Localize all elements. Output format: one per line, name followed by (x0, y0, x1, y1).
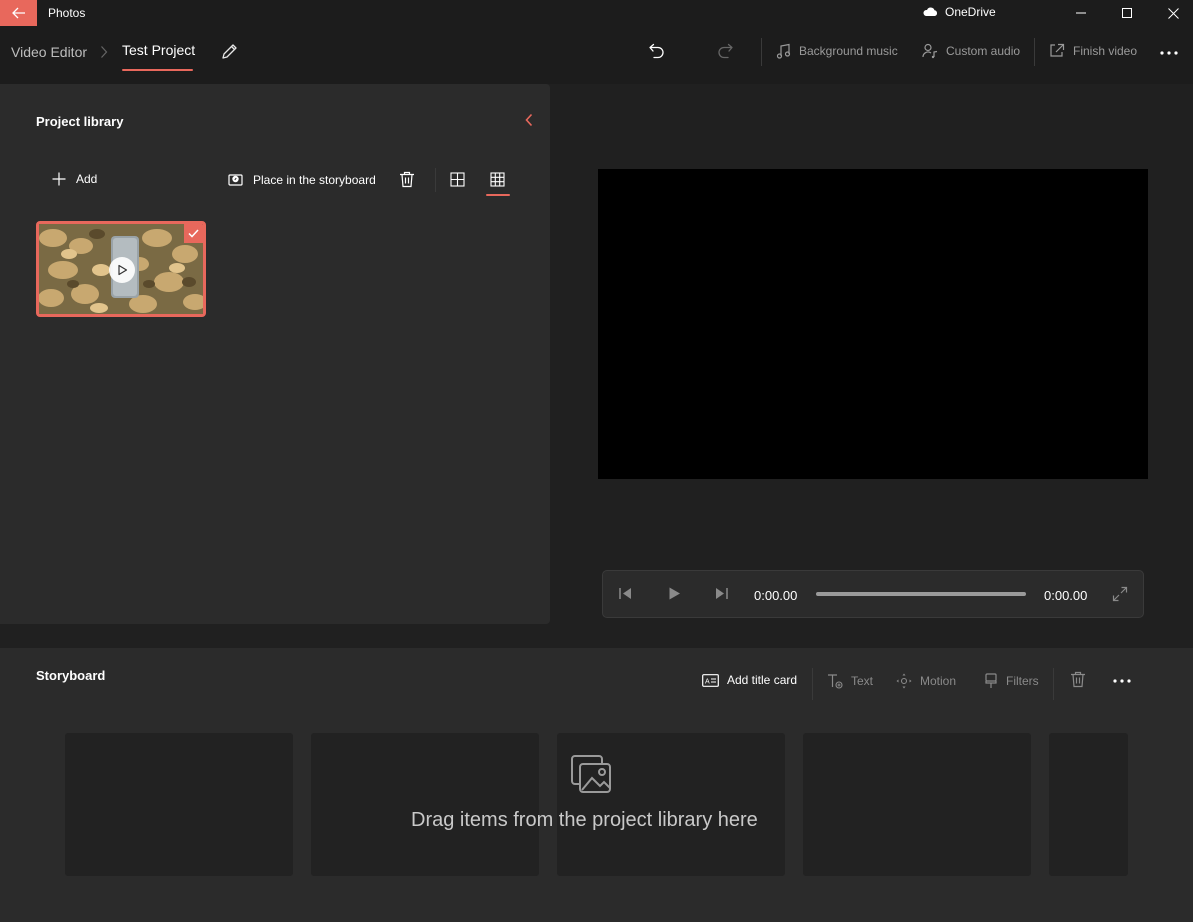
storyboard-slot[interactable] (803, 733, 1031, 876)
undo-button[interactable] (648, 42, 666, 60)
motion-label: Motion (920, 674, 957, 688)
small-grid-view-button[interactable] (490, 172, 505, 187)
person-music-icon (922, 43, 938, 59)
large-grid-view-button[interactable] (450, 172, 465, 187)
place-in-storyboard-button[interactable]: Place in the storyboard (228, 172, 376, 187)
motion-button[interactable]: Motion (896, 673, 956, 689)
current-time: 0:00.00 (754, 588, 798, 603)
cloud-icon (922, 7, 938, 17)
header-divider (761, 38, 762, 66)
pencil-icon (220, 42, 239, 61)
onedrive-label: OneDrive (945, 5, 996, 19)
storyboard-slot[interactable] (65, 733, 293, 876)
toolbar-divider (1053, 668, 1054, 700)
more-options-button[interactable] (1160, 44, 1178, 62)
storyboard-more-button[interactable] (1113, 672, 1131, 690)
redo-button[interactable] (716, 42, 734, 60)
total-time: 0:00.00 (1044, 588, 1088, 603)
toolbar-divider (435, 168, 436, 192)
close-button[interactable] (1150, 0, 1193, 26)
undo-icon (648, 42, 666, 60)
play-icon (667, 586, 682, 601)
storyboard-place-icon (228, 172, 244, 187)
maximize-button[interactable] (1104, 0, 1150, 26)
chevron-left-icon (524, 113, 534, 127)
redo-icon (716, 42, 734, 60)
fullscreen-button[interactable] (1112, 586, 1128, 602)
add-title-card-button[interactable]: A Add title card (702, 673, 797, 687)
storyboard-drop-hint: Drag items from the project library here (411, 809, 758, 831)
video-preview (598, 169, 1148, 479)
place-in-storyboard-label: Place in the storyboard (253, 172, 376, 187)
rename-project-button[interactable] (220, 42, 239, 61)
back-button[interactable] (0, 0, 37, 26)
play-button[interactable] (667, 586, 682, 601)
more-horizontal-icon (1113, 672, 1131, 690)
library-video-item[interactable] (36, 221, 206, 317)
onedrive-status[interactable]: OneDrive (922, 5, 996, 19)
delete-clip-button[interactable] (1070, 671, 1086, 688)
storyboard-title: Storyboard (36, 668, 106, 683)
header-divider (1034, 38, 1035, 66)
trash-icon (1070, 671, 1086, 688)
breadcrumb-active-indicator (122, 69, 193, 71)
custom-audio-label: Custom audio (946, 44, 1021, 58)
collapse-library-button[interactable] (524, 113, 534, 127)
arrow-left-icon (11, 7, 26, 19)
maximize-icon (1122, 8, 1132, 18)
text-icon (827, 673, 843, 689)
chevron-right-icon (100, 45, 108, 59)
minimize-icon (1076, 12, 1086, 14)
svg-text:A: A (705, 678, 710, 685)
view-mode-active-indicator (486, 194, 510, 196)
skip-forward-icon (714, 586, 729, 601)
paint-brush-icon (984, 673, 998, 689)
storyboard-slot[interactable] (311, 733, 539, 876)
filters-label: Filters (1006, 674, 1039, 688)
breadcrumb-video-editor[interactable]: Video Editor (11, 44, 87, 60)
trash-icon (399, 171, 415, 188)
more-horizontal-icon (1160, 44, 1178, 62)
background-music-label: Background music (799, 44, 898, 58)
breadcrumb-test-project: Test Project (122, 42, 196, 58)
title-bar (0, 0, 1193, 26)
text-button[interactable]: Text (827, 673, 873, 689)
motion-icon (896, 673, 912, 689)
filters-button[interactable]: Filters (984, 673, 1039, 689)
custom-audio-button[interactable]: Custom audio (922, 43, 1020, 59)
app-title: Photos (48, 6, 86, 20)
text-label: Text (851, 674, 874, 688)
checkmark-icon (188, 229, 199, 238)
next-frame-button[interactable] (714, 586, 729, 601)
minimize-button[interactable] (1058, 0, 1104, 26)
background-music-button[interactable]: Background music (776, 43, 898, 59)
plus-icon (52, 172, 66, 186)
project-library-panel (0, 84, 550, 624)
previous-frame-button[interactable] (618, 586, 633, 601)
grid-large-icon (450, 172, 465, 187)
grid-small-icon (490, 172, 505, 187)
title-card-icon: A (702, 673, 719, 687)
seek-slider[interactable] (816, 592, 1026, 596)
photos-stack-icon (570, 754, 614, 796)
expand-icon (1112, 586, 1128, 602)
add-title-card-label: Add title card (727, 673, 798, 687)
skip-back-icon (618, 586, 633, 601)
delete-media-button[interactable] (399, 171, 415, 188)
play-preview-button[interactable] (109, 257, 135, 283)
project-library-title: Project library (36, 114, 124, 129)
music-note-icon (776, 43, 791, 59)
toolbar-divider (812, 668, 813, 700)
play-icon (116, 264, 128, 276)
storyboard-slot[interactable] (1049, 733, 1128, 876)
finish-video-label: Finish video (1073, 43, 1138, 58)
share-icon (1049, 43, 1065, 58)
finish-video-button[interactable]: Finish video (1049, 43, 1137, 58)
close-icon (1167, 7, 1179, 19)
add-label: Add (76, 172, 98, 186)
add-media-button[interactable]: Add (52, 172, 97, 186)
selected-checkbox[interactable] (184, 224, 203, 243)
